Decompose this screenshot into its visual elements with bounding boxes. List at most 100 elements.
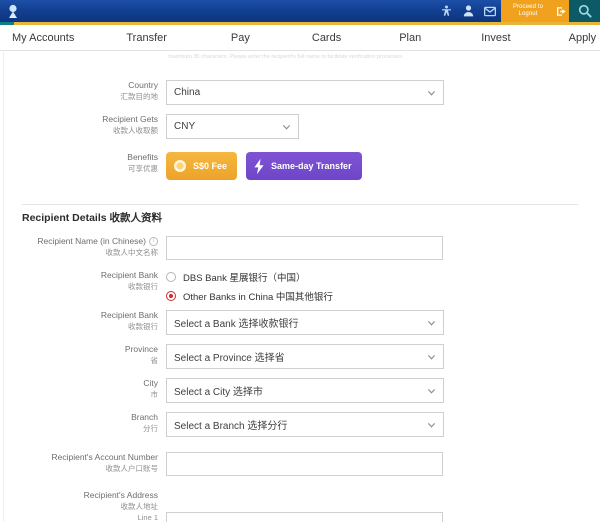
proceed-to-logout-button[interactable]: Proceed to Logout: [501, 0, 553, 22]
recipient-gets-label-en: Recipient Gets: [102, 114, 158, 124]
recipient-gets-row: Recipient Gets 收款人收取额 CNY: [56, 114, 299, 139]
chevron-down-icon: [427, 422, 436, 428]
benefits-label: Benefits 可享优惠: [56, 152, 166, 174]
account-number-label-en: Recipient's Account Number: [51, 452, 158, 462]
country-select[interactable]: China: [166, 80, 444, 105]
benefits-row: Benefits 可享优惠 S$0 Fee Same-day Transfer: [56, 152, 362, 180]
chevron-down-icon: [427, 320, 436, 326]
branch-select[interactable]: Select a Branch 选择分行: [166, 412, 444, 437]
city-label-cn: 市: [150, 390, 159, 399]
recipient-gets-label-cn: 收款人收取额: [113, 126, 158, 135]
account-number-label: Recipient's Account Number 收款人户口账号: [0, 452, 166, 474]
province-label-cn: 省: [150, 356, 159, 365]
account-number-label-cn: 收款人户口账号: [105, 464, 159, 473]
chevron-down-icon: [427, 388, 436, 394]
nav-item-pay[interactable]: Pay: [227, 32, 254, 44]
country-label: Country 汇款目的地: [56, 80, 166, 102]
city-label: City 市: [56, 378, 166, 400]
transfer-form-content: maximum 35 characters. Please enter the …: [0, 52, 600, 522]
recipient-name-label-en-wrap: Recipient Name (in Chinese) i: [37, 236, 158, 247]
recipient-bank-row: Recipient Bank 收款银行 Select a Bank 选择收款银行: [56, 310, 444, 335]
benefits-label-cn: 可享优惠: [128, 164, 158, 173]
branch-value: Select a Branch 选择分行: [174, 421, 288, 432]
country-label-cn: 汇款目的地: [120, 92, 159, 101]
address-label: Recipient's Address 收款人地址 Line 1: [0, 490, 166, 522]
chevron-down-icon: [282, 124, 291, 130]
recipient-bank-type-options: DBS Bank 星展银行（中国） Other Banks in China 中…: [166, 270, 333, 303]
province-label-en: Province: [124, 344, 158, 354]
province-select[interactable]: Select a Province 选择省: [166, 344, 444, 369]
radio-other-banks[interactable]: [166, 291, 176, 301]
address-label-en: Recipient's Address: [83, 490, 158, 500]
country-label-en: Country: [128, 80, 158, 90]
recipient-bank-label-en: Recipient Bank: [100, 310, 158, 320]
account-number-row: Recipient's Account Number 收款人户口账号: [0, 452, 443, 476]
country-row: Country 汇款目的地 China: [56, 80, 444, 105]
branch-label-en: Branch: [131, 412, 158, 422]
radio-dbs-bank[interactable]: [166, 272, 176, 282]
recipient-bank-value: Select a Bank 选择收款银行: [174, 319, 299, 330]
badge-same-day-label: Same-day Transfer: [271, 161, 352, 171]
nav-item-my-accounts[interactable]: My Accounts: [8, 32, 78, 44]
badge-zero-fee: S$0 Fee: [166, 152, 238, 180]
benefits-label-en: Benefits: [127, 152, 158, 162]
info-icon[interactable]: i: [149, 237, 158, 246]
province-row: Province 省 Select a Province 选择省: [56, 344, 444, 369]
recipient-bank-type-label: Recipient Bank 收款银行: [40, 270, 166, 292]
name-length-notice: maximum 35 characters. Please enter the …: [168, 54, 404, 60]
account-number-input[interactable]: [166, 452, 443, 476]
recipient-gets-label: Recipient Gets 收款人收取额: [56, 114, 166, 136]
nav-item-plan[interactable]: Plan: [395, 32, 425, 44]
recipient-name-input[interactable]: [166, 236, 443, 260]
province-label: Province 省: [56, 344, 166, 366]
nav-item-cards[interactable]: Cards: [308, 32, 345, 44]
recipient-bank-label: Recipient Bank 收款银行: [56, 310, 166, 332]
recipient-bank-label-cn: 收款银行: [128, 322, 158, 331]
city-value: Select a City 选择市: [174, 387, 263, 398]
recipient-bank-select[interactable]: Select a Bank 选择收款银行: [166, 310, 444, 335]
app-window: Proceed to Logout My Accounts Transfer P…: [0, 0, 600, 522]
nav-item-transfer[interactable]: Transfer: [122, 32, 171, 44]
chevron-down-icon: [427, 90, 436, 96]
accessibility-icon[interactable]: [435, 0, 457, 22]
radio-dbs-bank-label: DBS Bank 星展银行（中国）: [183, 273, 306, 284]
recipient-name-label-cn: 收款人中文名称: [105, 248, 159, 257]
address-line-label: Line 1: [137, 513, 158, 522]
mail-icon[interactable]: [479, 0, 501, 22]
radio-option-dbs-bank[interactable]: DBS Bank 星展银行（中国）: [166, 270, 333, 284]
recipient-details-heading: Recipient Details 收款人资料: [22, 212, 163, 224]
badge-zero-fee-label: S$0 Fee: [193, 161, 228, 171]
address-label-cn: 收款人地址: [120, 502, 159, 511]
branch-label: Branch 分行: [56, 412, 166, 434]
recipient-bank-type-label-en: Recipient Bank: [100, 270, 158, 280]
nav-item-apply[interactable]: Apply: [565, 32, 600, 44]
nav-item-invest[interactable]: Invest: [477, 32, 514, 44]
recipient-bank-type-label-cn: 收款银行: [128, 282, 158, 291]
chevron-down-icon: [427, 354, 436, 360]
recipient-name-row: Recipient Name (in Chinese) i 收款人中文名称: [0, 236, 443, 260]
radio-option-other-banks[interactable]: Other Banks in China 中国其他银行: [166, 289, 333, 303]
top-header-bar: Proceed to Logout: [0, 0, 600, 22]
recipient-gets-select[interactable]: CNY: [166, 114, 299, 139]
city-select[interactable]: Select a City 选择市: [166, 378, 444, 403]
search-icon[interactable]: [569, 0, 600, 22]
address-row: Recipient's Address 收款人地址 Line 1: [0, 490, 443, 522]
branch-label-cn: 分行: [143, 424, 158, 433]
city-label-en: City: [143, 378, 158, 388]
recipient-name-label-en: Recipient Name (in Chinese): [37, 236, 146, 246]
dbs-logo[interactable]: [0, 0, 26, 22]
radio-other-banks-label: Other Banks in China 中国其他银行: [183, 292, 333, 303]
user-icon[interactable]: [457, 0, 479, 22]
address-line1-input[interactable]: [166, 512, 443, 522]
logout-arrow-icon[interactable]: [553, 0, 569, 22]
recipient-gets-value: CNY: [174, 121, 196, 132]
section-divider: [22, 204, 578, 205]
main-navigation: My Accounts Transfer Pay Cards Plan Inve…: [0, 25, 600, 51]
recipient-name-label: Recipient Name (in Chinese) i 收款人中文名称: [0, 236, 166, 258]
badge-same-day: Same-day Transfer: [246, 152, 362, 180]
recipient-bank-type-row: Recipient Bank 收款银行 DBS Bank 星展银行（中国） Ot…: [40, 270, 333, 303]
lightning-icon: [254, 158, 264, 174]
country-value: China: [174, 87, 201, 98]
city-row: City 市 Select a City 选择市: [56, 378, 444, 403]
province-value: Select a Province 选择省: [174, 353, 285, 364]
